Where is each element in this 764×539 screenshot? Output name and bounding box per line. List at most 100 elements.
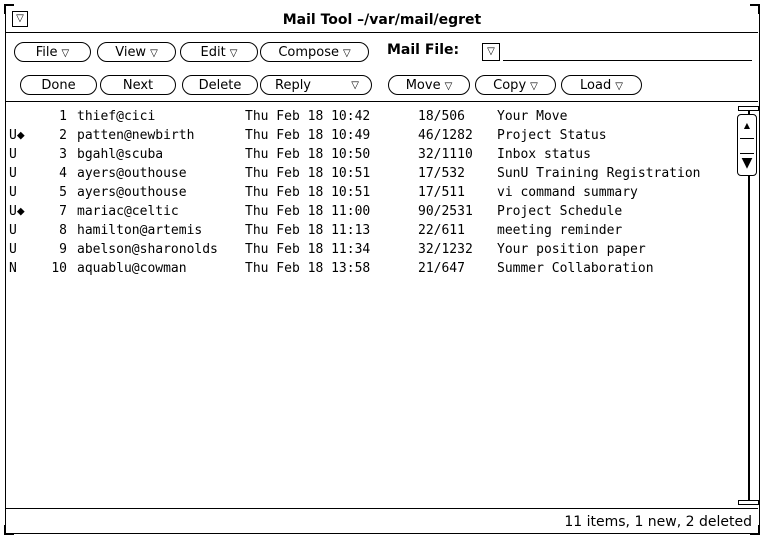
message-row[interactable]: U◆ 2 patten@newbirth Thu Feb 18 10:49 46… [9,126,731,145]
scroll-drag-box[interactable] [740,138,754,154]
message-date: Thu Feb 18 10:51 [245,185,371,200]
message-sender: patten@newbirth [77,128,195,143]
message-sender: mariac@celtic [77,204,179,219]
message-number: 2 [59,128,67,143]
menu-triangle-icon: ▽ [342,48,351,59]
reply-menu-button[interactable]: Reply ▽ [260,75,372,95]
message-sender: ayers@outhouse [77,185,187,200]
scroll-up-arrow-icon[interactable]: ▲ [740,117,754,135]
message-date: Thu Feb 18 13:58 [245,261,371,276]
compose-menu-label: Compose [278,45,339,60]
file-menu-label: File [35,45,58,60]
copy-menu-label: Copy [493,78,527,93]
move-menu-label: Move [405,78,441,93]
message-flag: U◆ [9,204,25,219]
message-subject: Your Move [497,109,568,124]
done-label: Done [41,78,76,93]
message-number: 7 [59,204,67,219]
next-label: Next [122,78,154,93]
message-number: 5 [59,185,67,200]
scroll-down-arrow-icon[interactable]: ▼ [739,153,755,173]
message-date: Thu Feb 18 11:13 [245,223,371,238]
message-date: Thu Feb 18 10:42 [245,109,371,124]
message-size: 90/2531 [418,204,473,219]
message-flag: U [9,242,17,257]
edit-menu-button[interactable]: Edit ▽ [180,42,258,62]
done-button[interactable]: Done [20,75,97,95]
message-size: 32/1232 [418,242,473,257]
panel-divider [6,101,758,102]
view-menu-label: View [115,45,147,60]
message-size: 21/647 [418,261,465,276]
message-flag: U [9,147,17,162]
message-flag: U [9,223,17,238]
scrollbar-top-cable-anchor[interactable] [738,106,759,111]
message-sender: thief@cici [77,109,156,124]
message-sender: abelson@sharonolds [77,242,218,257]
message-row[interactable]: U 9 abelson@sharonolds Thu Feb 18 11:34 … [9,240,731,259]
delete-label: Delete [198,78,242,93]
message-row[interactable]: U 8 hamilton@artemis Thu Feb 18 11:13 22… [9,221,731,240]
message-number: 1 [59,109,67,124]
message-date: Thu Feb 18 11:00 [245,204,371,219]
message-date: Thu Feb 18 10:50 [245,147,371,162]
edit-menu-label: Edit [200,45,226,60]
menu-triangle-icon: ▽ [61,48,70,59]
message-number: 9 [59,242,67,257]
message-size: 32/1110 [418,147,473,162]
message-subject: Project Schedule [497,204,623,219]
scrollbar-bottom-cable-anchor[interactable] [738,500,759,505]
message-row[interactable]: U 3 bgahl@scuba Thu Feb 18 10:50 32/1110… [9,145,731,164]
message-subject: Summer Collaboration [497,261,654,276]
window-title: Mail Tool –/var/mail/egret [282,12,482,28]
message-subject: vi command summary [497,185,638,200]
move-menu-button[interactable]: Move ▽ [388,75,470,95]
mail-file-menu-icon[interactable]: ▽ [482,43,500,61]
message-number: 8 [59,223,67,238]
message-list[interactable]: 1 thief@cici Thu Feb 18 10:42 18/506 You… [9,107,731,497]
message-number: 4 [59,166,67,181]
message-row[interactable]: U◆ 7 mariac@celtic Thu Feb 18 11:00 90/2… [9,202,731,221]
message-size: 17/532 [418,166,465,181]
compose-menu-button[interactable]: Compose ▽ [260,42,369,62]
menu-triangle-icon: ▽ [530,81,538,92]
view-menu-button[interactable]: View ▽ [97,42,176,62]
status-text: 11 items, 1 new, 2 deleted [564,514,752,530]
message-flag: U [9,185,17,200]
message-row[interactable]: 1 thief@cici Thu Feb 18 10:42 18/506 You… [9,107,731,126]
message-size: 17/511 [418,185,465,200]
load-menu-label: Load [580,78,612,93]
message-size: 46/1282 [418,128,473,143]
menu-triangle-icon: ▽ [615,81,623,92]
message-subject: Project Status [497,128,607,143]
resize-corner-bottom-left[interactable] [4,525,14,535]
message-date: Thu Feb 18 10:49 [245,128,371,143]
file-menu-button[interactable]: File ▽ [14,42,91,62]
menu-triangle-icon: ▽ [444,81,453,92]
reply-menu-label: Reply [275,78,312,93]
message-size: 22/611 [418,223,465,238]
message-row[interactable]: U 4 ayers@outhouse Thu Feb 18 10:51 17/5… [9,164,731,183]
menu-triangle-icon: ▽ [150,48,158,59]
menu-triangle-icon: ▽ [229,48,238,59]
scrollbar-elevator[interactable]: ▲ ▼ [737,114,757,176]
message-sender: bgahl@scuba [77,147,164,162]
message-number: 10 [51,261,67,276]
delete-button[interactable]: Delete [182,75,258,95]
message-flag: U [9,166,17,181]
message-subject: Inbox status [497,147,591,162]
message-size: 18/506 [418,109,465,124]
message-flag: U◆ [9,128,25,143]
message-row[interactable]: U 5 ayers@outhouse Thu Feb 18 10:51 17/5… [9,183,731,202]
message-sender: aquablu@cowman [77,261,187,276]
menu-triangle-icon: ▽ [351,80,359,91]
message-sender: ayers@outhouse [77,166,187,181]
message-row[interactable]: N 10 aquablu@cowman Thu Feb 18 13:58 21/… [9,259,731,278]
footer-divider [6,508,758,509]
next-button[interactable]: Next [100,75,176,95]
mail-file-label: Mail File: [387,42,460,58]
load-menu-button[interactable]: Load ▽ [561,75,642,95]
mail-file-input[interactable] [503,60,752,61]
copy-menu-button[interactable]: Copy ▽ [475,75,556,95]
message-date: Thu Feb 18 11:34 [245,242,371,257]
